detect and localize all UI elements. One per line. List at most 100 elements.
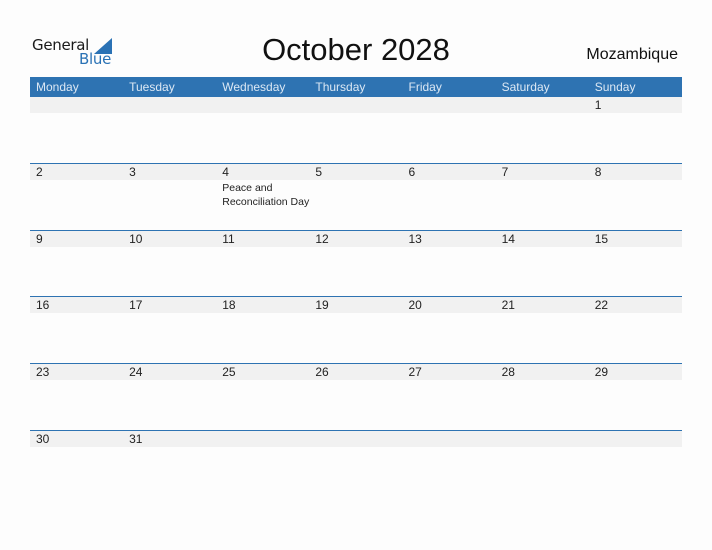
- holiday-label: [216, 113, 309, 114]
- events-row: [30, 447, 682, 448]
- day-number: 5: [315, 165, 323, 179]
- holiday-label: Peace and Reconciliation Day: [222, 182, 310, 208]
- holiday-label: [30, 247, 123, 248]
- day-number: [30, 97, 123, 113]
- holiday-label: [496, 313, 589, 314]
- week-row: 16 17 18 19 20 21 22: [30, 296, 682, 314]
- weekday-wednesday: Wednesday: [222, 80, 286, 94]
- holiday-label: [309, 113, 402, 114]
- day-number: 6: [408, 165, 416, 179]
- day-number: 11: [222, 232, 235, 246]
- day-number: 18: [222, 298, 236, 312]
- holiday-label: [30, 313, 123, 314]
- events-row: Peace and Reconciliation Day: [30, 180, 682, 209]
- day-number: [496, 431, 589, 447]
- holiday-label: [496, 247, 589, 248]
- day-number: 15: [594, 232, 609, 246]
- day-number: [403, 97, 496, 113]
- day-number: [589, 431, 682, 447]
- day-number: [123, 97, 216, 113]
- weekday-saturday: Saturday: [501, 80, 550, 94]
- day-number: 16: [36, 298, 50, 312]
- holiday-label: [216, 247, 309, 248]
- day-number-strip: 23 24 25 26 27 28 29: [30, 364, 682, 380]
- holiday-label: [403, 247, 496, 248]
- weekday-tuesday: Tuesday: [129, 80, 175, 94]
- day-number: [309, 97, 402, 113]
- events-row: [30, 313, 682, 314]
- week-row: 2 3 4 5 6 7 8 Peace and Reconciliation Day: [30, 163, 682, 209]
- weekday-sunday: Sunday: [594, 80, 636, 94]
- holiday-label: [403, 380, 496, 381]
- holiday-label: [309, 247, 402, 248]
- holiday-label: [309, 313, 402, 314]
- holiday-label: [123, 247, 216, 248]
- holiday-label: [403, 180, 496, 209]
- holiday-label: [589, 247, 682, 248]
- holiday-label: [30, 380, 123, 381]
- holiday-label: [589, 180, 682, 209]
- holiday-label: [589, 447, 682, 448]
- day-number-strip: 30 31: [30, 431, 682, 447]
- day-number: 25: [222, 365, 236, 379]
- holiday-label: [216, 313, 309, 314]
- day-number: 19: [315, 298, 329, 312]
- day-number: 2: [36, 165, 43, 179]
- day-number: [496, 97, 589, 113]
- day-number: 9: [36, 232, 43, 246]
- holiday-label: [496, 380, 589, 381]
- holiday-label: [403, 447, 496, 448]
- day-number: [216, 431, 309, 447]
- weekday-friday: Friday: [408, 80, 442, 94]
- holiday-label: [216, 380, 309, 381]
- day-number: 4: [222, 165, 229, 179]
- holiday-label: [30, 447, 123, 448]
- day-number: 29: [594, 365, 609, 379]
- weekday-thursday: Thursday: [315, 80, 366, 94]
- weekday-monday: Monday: [36, 80, 79, 94]
- day-number: 17: [129, 298, 143, 312]
- holiday-label: [123, 447, 216, 448]
- week-row: 23 24 25 26 27 28 29: [30, 363, 682, 381]
- day-number: 20: [408, 298, 422, 312]
- events-row: [30, 247, 682, 248]
- holiday-label: [123, 313, 216, 314]
- holiday-label: [30, 180, 123, 209]
- day-number: 26: [315, 365, 329, 379]
- day-number: 3: [129, 165, 136, 179]
- day-number: 31: [129, 432, 143, 446]
- day-number-strip: 9 10 11 12 13 14 15: [30, 231, 682, 247]
- country-label: Mozambique: [586, 46, 678, 63]
- holiday-label: [123, 180, 216, 209]
- day-number: 10: [129, 232, 143, 246]
- week-row: 30 31: [30, 430, 682, 448]
- holiday-label: [123, 380, 216, 381]
- holiday-label: [30, 113, 123, 114]
- holiday-label: [123, 113, 216, 114]
- day-number: 30: [36, 432, 50, 446]
- holiday-label: [403, 313, 496, 314]
- holiday-label: [589, 380, 682, 381]
- week-row: 1: [30, 97, 682, 114]
- events-row: [30, 380, 682, 381]
- day-number: 24: [129, 365, 143, 379]
- holiday-label: [309, 380, 402, 381]
- day-number: 22: [594, 298, 609, 312]
- day-number: 8: [594, 165, 602, 179]
- day-number: 1: [594, 98, 602, 112]
- day-number: 21: [501, 298, 515, 312]
- day-number: 23: [36, 365, 50, 379]
- day-number: [216, 97, 309, 113]
- weekday-header: Monday Tuesday Wednesday Thursday Friday…: [30, 77, 682, 97]
- day-number: 14: [501, 232, 515, 246]
- day-number-strip: 16 17 18 19 20 21 22: [30, 297, 682, 313]
- holiday-label: [496, 113, 589, 114]
- holiday-label: [216, 447, 309, 448]
- holiday-label: [403, 113, 496, 114]
- day-number-strip: 1: [30, 97, 682, 113]
- day-number: [309, 431, 402, 447]
- events-row: [30, 113, 682, 114]
- day-number: 28: [501, 365, 515, 379]
- day-number: 12: [315, 232, 329, 246]
- holiday-label: [496, 180, 589, 209]
